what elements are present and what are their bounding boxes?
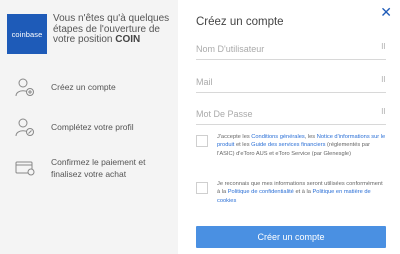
left-panel: coinbase Vous n'êtes qu'à quelques étape…: [0, 0, 178, 254]
link-privacy-policy[interactable]: Politique de confidentialité: [228, 189, 294, 195]
create-account-button[interactable]: Créer un compte: [196, 226, 386, 248]
privacy-text: Je reconnais que mes informations seront…: [217, 180, 386, 205]
keyboard-icon: ⠿: [380, 109, 386, 116]
intro-prefix: Vous n'êtes qu'à quelques étapes de l'ou…: [53, 13, 170, 45]
link-services-guide[interactable]: Guide des services financiers: [251, 142, 325, 148]
password-field: ⠿: [196, 104, 386, 125]
privacy-t2: et à la: [293, 189, 313, 196]
privacy-consent: Je reconnais que mes informations seront…: [196, 180, 386, 205]
intro-asset: COIN: [115, 34, 141, 45]
terms-text: J'accepte les Conditions générales, les …: [217, 133, 386, 158]
terms-consent: J'accepte les Conditions générales, les …: [196, 133, 386, 158]
brand-header: coinbase Vous n'êtes qu'à quelques étape…: [7, 13, 171, 54]
email-field: ⠿: [196, 72, 386, 93]
close-icon[interactable]: ✕: [380, 4, 392, 21]
username-input[interactable]: [196, 40, 366, 58]
step-create-account: Créez un compte: [12, 74, 161, 100]
signup-modal: coinbase Vous n'êtes qu'à quelques étape…: [0, 0, 400, 254]
link-conditions[interactable]: Conditions générales: [251, 134, 304, 140]
step-label: Confirmez le paiement et finalisez votre…: [51, 157, 146, 179]
privacy-checkbox[interactable]: [196, 182, 208, 194]
step-complete-profile: Complétez votre profil: [12, 114, 161, 140]
keyboard-icon: ⠿: [380, 44, 386, 51]
step-label: Créez un compte: [51, 82, 116, 92]
password-input[interactable]: [196, 105, 366, 123]
email-input[interactable]: [196, 73, 366, 91]
form-title: Créez un compte: [196, 16, 284, 28]
logo-text: coinbase: [11, 29, 43, 39]
profile-edit-icon: [12, 114, 38, 140]
add-user-icon: [12, 74, 38, 100]
coinbase-logo: coinbase: [7, 14, 47, 54]
step-label: Complétez votre profil: [51, 122, 134, 132]
terms-t1: J'accepte les: [217, 134, 252, 140]
form-panel: Créez un compte ✕ ⠿ ⠿ ⠿ J'accepte les Co…: [178, 0, 400, 254]
keyboard-icon: ⠿: [380, 77, 386, 84]
terms-t3: et les: [234, 142, 252, 149]
username-field: ⠿: [196, 39, 386, 60]
payment-card-icon: [12, 154, 38, 180]
terms-t2: , les: [304, 134, 317, 140]
intro-text: Vous n'êtes qu'à quelques étapes de l'ou…: [53, 13, 171, 46]
step-confirm-payment: Confirmez le paiement et finalisez votre…: [12, 154, 161, 180]
terms-checkbox[interactable]: [196, 135, 208, 147]
